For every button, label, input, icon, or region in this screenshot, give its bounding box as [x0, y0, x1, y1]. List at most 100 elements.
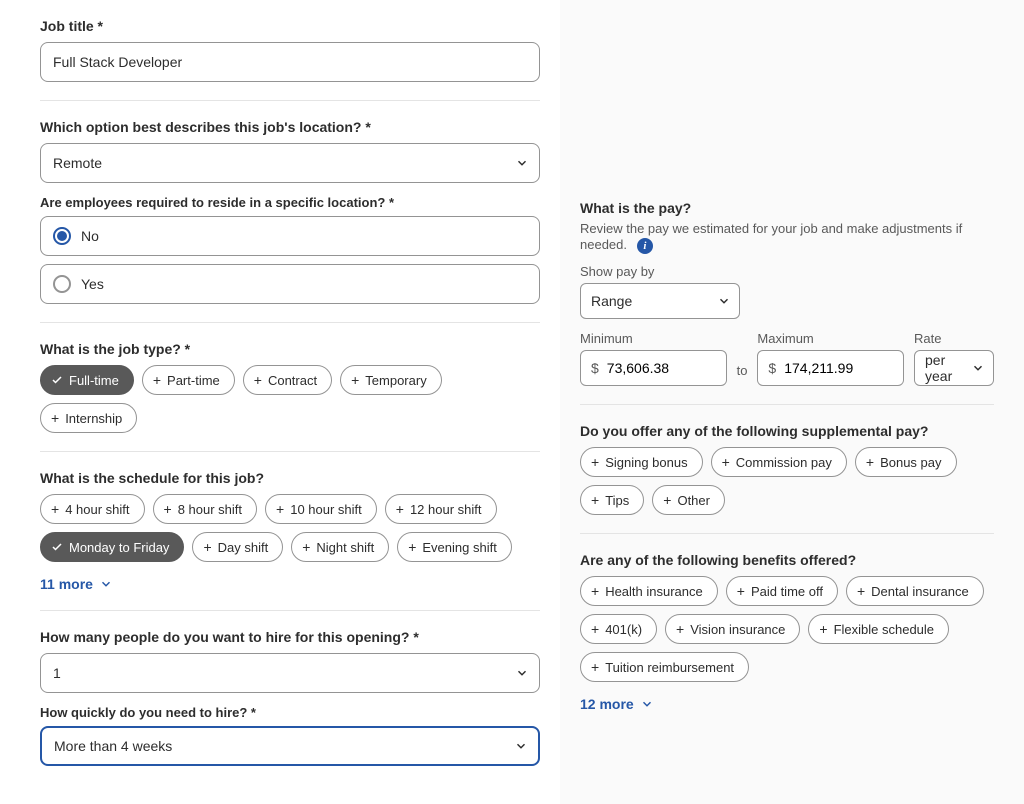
currency-symbol: $: [768, 360, 776, 376]
hire-count-label: How many people do you want to hire for …: [40, 629, 540, 645]
chip-label: Night shift: [316, 540, 374, 555]
plus-icon: +: [819, 622, 827, 636]
plus-icon: +: [203, 540, 211, 554]
benefits-chip[interactable]: +401(k): [580, 614, 657, 644]
rate-label: Rate: [914, 331, 994, 346]
job-type-chip[interactable]: +Part-time: [142, 365, 235, 395]
hire-speed-label: How quickly do you need to hire? *: [40, 705, 540, 720]
schedule-chip[interactable]: +8 hour shift: [153, 494, 258, 524]
chip-label: Temporary: [365, 373, 426, 388]
reside-radio-group: No Yes: [40, 216, 540, 304]
rate-value: per year: [925, 352, 965, 384]
chip-label: Day shift: [218, 540, 269, 555]
chip-label: Paid time off: [751, 584, 823, 599]
schedule-chip[interactable]: Monday to Friday: [40, 532, 184, 562]
benefits-chips: +Health insurance+Paid time off+Dental i…: [580, 576, 994, 682]
plus-icon: +: [866, 455, 874, 469]
schedule-chip[interactable]: +4 hour shift: [40, 494, 145, 524]
supplemental-chip[interactable]: +Tips: [580, 485, 644, 515]
info-icon[interactable]: i: [637, 238, 653, 254]
reside-label: Are employees required to reside in a sp…: [40, 195, 540, 210]
job-type-chip[interactable]: +Internship: [40, 403, 137, 433]
chip-label: Monday to Friday: [69, 540, 169, 555]
plus-icon: +: [302, 540, 310, 554]
plus-icon: +: [254, 373, 262, 387]
chip-label: Health insurance: [605, 584, 703, 599]
rate-select[interactable]: per year: [914, 350, 994, 386]
radio-label: Yes: [81, 276, 104, 292]
schedule-chip[interactable]: +Evening shift: [397, 532, 512, 562]
reside-option-yes[interactable]: Yes: [40, 264, 540, 304]
chip-label: Flexible schedule: [834, 622, 934, 637]
to-label: to: [737, 363, 748, 386]
location-select[interactable]: Remote: [40, 143, 540, 183]
plus-icon: +: [351, 373, 359, 387]
benefits-chip[interactable]: +Health insurance: [580, 576, 718, 606]
benefits-chip[interactable]: + Flexible schedule: [808, 614, 949, 644]
job-type-chip[interactable]: + Temporary: [340, 365, 442, 395]
supplemental-chip[interactable]: +Signing bonus: [580, 447, 703, 477]
benefits-chip[interactable]: +Tuition reimbursement: [580, 652, 749, 682]
job-type-label: What is the job type? *: [40, 341, 540, 357]
hire-speed-value: More than 4 weeks: [54, 738, 172, 754]
benefits-chip[interactable]: + Dental insurance: [846, 576, 984, 606]
schedule-chips: +4 hour shift+8 hour shift+10 hour shift…: [40, 494, 540, 562]
reside-option-no[interactable]: No: [40, 216, 540, 256]
minimum-input[interactable]: [607, 360, 716, 376]
schedule-chip[interactable]: + Day shift: [192, 532, 283, 562]
schedule-more-link[interactable]: 11 more: [40, 576, 113, 592]
radio-icon: [53, 227, 71, 245]
plus-icon: +: [591, 660, 599, 674]
chevron-down-icon: [640, 697, 654, 711]
pay-title: What is the pay?: [580, 200, 691, 216]
supplemental-label: Do you offer any of the following supple…: [580, 423, 994, 439]
chip-label: Bonus pay: [880, 455, 941, 470]
benefits-chip[interactable]: +Vision insurance: [665, 614, 800, 644]
show-pay-by-value: Range: [591, 293, 632, 309]
more-link-text: 11 more: [40, 576, 93, 592]
chip-label: Vision insurance: [690, 622, 785, 637]
hire-count-value: 1: [53, 665, 61, 681]
supplemental-chip[interactable]: +Other: [652, 485, 725, 515]
job-type-chip[interactable]: + Contract: [243, 365, 332, 395]
chevron-down-icon: [717, 294, 731, 308]
job-type-chip[interactable]: Full-time: [40, 365, 134, 395]
chip-label: Full-time: [69, 373, 119, 388]
show-pay-by-select[interactable]: Range: [580, 283, 740, 319]
chip-label: Other: [677, 493, 710, 508]
plus-icon: +: [591, 493, 599, 507]
supplemental-chip[interactable]: +Commission pay: [711, 447, 847, 477]
chip-label: Dental insurance: [871, 584, 969, 599]
maximum-input-wrapper: $: [757, 350, 904, 386]
chip-label: Part-time: [167, 373, 220, 388]
location-value: Remote: [53, 155, 102, 171]
chevron-down-icon: [515, 666, 529, 680]
chevron-down-icon: [971, 361, 985, 375]
minimum-label: Minimum: [580, 331, 727, 346]
chip-label: 12 hour shift: [410, 502, 482, 517]
maximum-label: Maximum: [757, 331, 904, 346]
job-title-input[interactable]: [40, 42, 540, 82]
currency-symbol: $: [591, 360, 599, 376]
schedule-chip[interactable]: +10 hour shift: [265, 494, 377, 524]
supplemental-chip[interactable]: + Bonus pay: [855, 447, 957, 477]
chip-label: Contract: [268, 373, 317, 388]
maximum-input[interactable]: [784, 360, 893, 376]
check-icon: [51, 374, 63, 386]
benefits-more-link[interactable]: 12 more: [580, 696, 654, 712]
plus-icon: +: [857, 584, 865, 598]
benefits-chip[interactable]: +Paid time off: [726, 576, 838, 606]
radio-icon: [53, 275, 71, 293]
chip-label: Evening shift: [422, 540, 496, 555]
show-pay-by-label: Show pay by: [580, 264, 994, 279]
more-link-text: 12 more: [580, 696, 634, 712]
hire-speed-select[interactable]: More than 4 weeks: [40, 726, 540, 766]
plus-icon: +: [276, 502, 284, 516]
chip-label: 8 hour shift: [178, 502, 242, 517]
schedule-chip[interactable]: + Night shift: [291, 532, 389, 562]
hire-count-select[interactable]: 1: [40, 653, 540, 693]
chip-label: 10 hour shift: [290, 502, 362, 517]
schedule-chip[interactable]: +12 hour shift: [385, 494, 497, 524]
benefits-label: Are any of the following benefits offere…: [580, 552, 994, 568]
plus-icon: +: [51, 502, 59, 516]
